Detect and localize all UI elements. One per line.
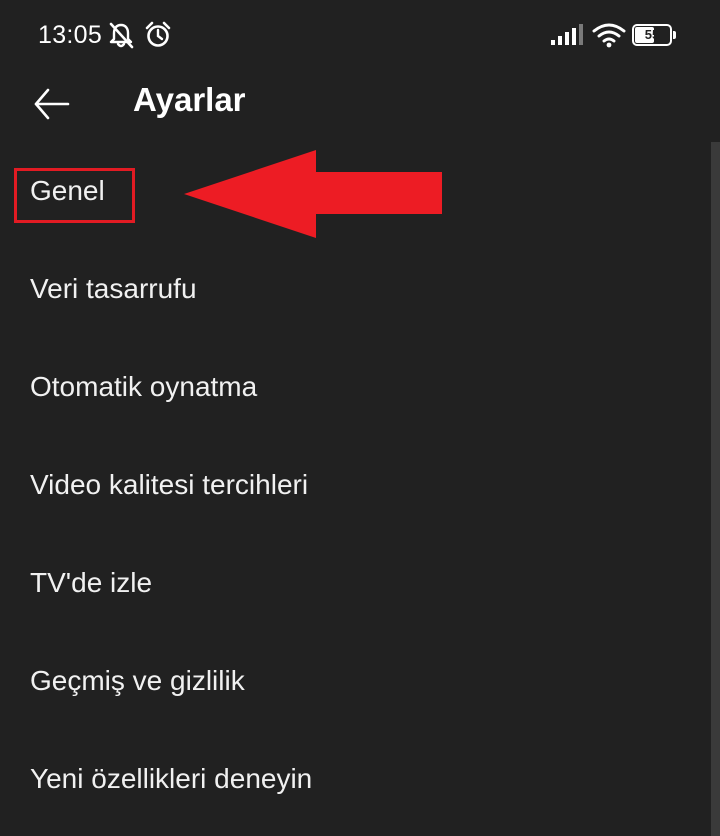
- settings-item-label: TV'de izle: [30, 567, 153, 598]
- settings-item-label: Geçmiş ve gizlilik: [30, 665, 245, 696]
- settings-item-label: Video kalitesi tercihleri: [30, 469, 309, 500]
- settings-item-autoplay[interactable]: Otomatik oynatma: [0, 339, 712, 437]
- notifications-off-icon: [109, 22, 134, 49]
- settings-item-try-new-features[interactable]: Yeni özellikleri deneyin: [0, 731, 712, 829]
- status-time: 13:05: [38, 21, 103, 49]
- battery-tip: [673, 31, 676, 39]
- highlight-box: [14, 168, 135, 223]
- wifi-icon: [592, 23, 626, 48]
- settings-item-label: Yeni özellikleri deneyin: [30, 763, 313, 794]
- battery-icon: 55: [632, 24, 676, 46]
- settings-item-watch-on-tv[interactable]: TV'de izle: [0, 535, 712, 633]
- arrow-left-icon: [34, 88, 70, 120]
- settings-list: Genel Veri tasarrufu Otomatik oynatma Vi…: [0, 143, 712, 829]
- app-bar: Ayarlar: [0, 70, 720, 134]
- settings-item-data-saving[interactable]: Veri tasarrufu: [0, 241, 712, 339]
- alarm-icon: [145, 21, 171, 47]
- back-button[interactable]: [26, 78, 78, 130]
- scrollbar[interactable]: [711, 142, 720, 836]
- page-title: Ayarlar: [133, 81, 246, 118]
- battery-text: 55: [644, 27, 660, 42]
- settings-item-label: Otomatik oynatma: [30, 371, 258, 402]
- settings-item-history-privacy[interactable]: Geçmiş ve gizlilik: [0, 633, 712, 731]
- signal-icon: [551, 24, 583, 45]
- status-bar: 13:05 55: [0, 0, 720, 70]
- settings-item-video-quality[interactable]: Video kalitesi tercihleri: [0, 437, 712, 535]
- annotation-arrow-icon: [184, 150, 442, 238]
- settings-item-label: Veri tasarrufu: [30, 273, 197, 304]
